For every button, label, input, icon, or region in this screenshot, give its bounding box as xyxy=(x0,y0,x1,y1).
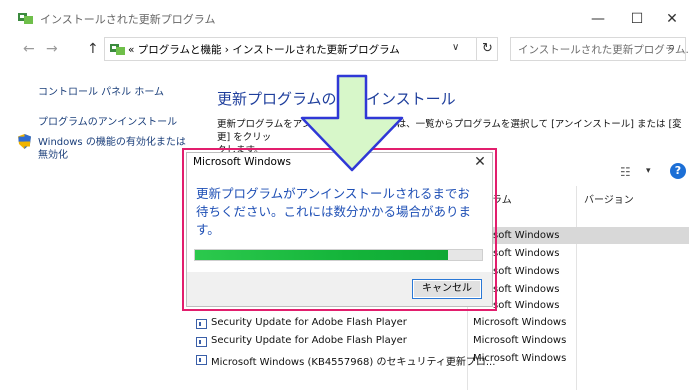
programs-icon xyxy=(18,13,33,24)
update-icon xyxy=(196,337,207,347)
forward-button[interactable]: → xyxy=(46,41,58,57)
shield-icon xyxy=(18,134,31,149)
table-row-publisher[interactable]: Microsoft Windows xyxy=(473,317,566,328)
table-row-name[interactable]: Microsoft Windows (KB4557968) のセキュリティ更新プ… xyxy=(211,353,495,368)
update-icon xyxy=(196,355,207,365)
refresh-button[interactable]: ↻ xyxy=(476,37,498,61)
view-options-icon[interactable]: ☷ xyxy=(620,165,631,179)
update-icon xyxy=(196,319,207,329)
sidebar-item-uninstall-program[interactable]: プログラムのアンインストール xyxy=(38,113,177,128)
cancel-button[interactable]: キャンセル xyxy=(412,279,482,299)
back-button[interactable]: ← xyxy=(23,41,35,57)
table-row-name[interactable]: Security Update for Adobe Flash Player xyxy=(211,317,407,328)
dialog-message: 更新プログラムがアンインストールされるまでお待ちください。これには数分かかる場合… xyxy=(196,186,472,237)
window-title: インストールされた更新プログラム xyxy=(40,13,216,26)
table-row-publisher[interactable]: soft Windows xyxy=(493,248,559,259)
chevron-down-icon[interactable]: ▾ xyxy=(646,166,651,176)
search-placeholder: インストールされた更新プログラム... xyxy=(518,44,689,56)
annotation-arrow-icon xyxy=(300,74,404,172)
breadcrumb[interactable]: « プログラムと機能 › インストールされた更新プログラム xyxy=(128,42,400,57)
table-row-publisher[interactable]: soft Windows xyxy=(493,300,559,311)
dialog-close-button[interactable]: ✕ xyxy=(469,152,491,172)
help-icon[interactable]: ? xyxy=(670,163,686,179)
search-icon[interactable]: ⌕ xyxy=(668,40,675,55)
column-divider xyxy=(576,186,577,390)
sidebar-item-windows-features-cont[interactable]: 無効化 xyxy=(38,146,68,161)
up-button[interactable]: ↑ xyxy=(87,41,99,57)
chevron-down-icon[interactable]: ∨ xyxy=(452,42,459,53)
minimize-button[interactable]: — xyxy=(578,6,618,32)
progress-bar-fill xyxy=(195,250,448,260)
table-row-name[interactable]: Security Update for Adobe Flash Player xyxy=(211,335,407,346)
sidebar-item-control-panel-home[interactable]: コントロール パネル ホーム xyxy=(38,83,164,98)
programs-icon xyxy=(110,44,125,55)
table-row-publisher[interactable]: soft Windows xyxy=(493,284,559,295)
dialog-title: Microsoft Windows xyxy=(193,156,291,168)
description-line: 更新プログラムをアンインストールするには、一覧からプログラムを選択して [アンイ… xyxy=(217,119,682,143)
table-row-publisher[interactable]: soft Windows xyxy=(493,230,559,241)
progress-bar xyxy=(194,249,483,261)
column-header-version[interactable]: バージョン xyxy=(584,191,634,206)
table-row-publisher[interactable]: soft Windows xyxy=(493,266,559,277)
close-button[interactable]: ✕ xyxy=(652,6,689,32)
maximize-button[interactable]: ☐ xyxy=(617,6,657,32)
table-row-publisher[interactable]: Microsoft Windows xyxy=(473,353,566,364)
table-row-publisher[interactable]: Microsoft Windows xyxy=(473,335,566,346)
